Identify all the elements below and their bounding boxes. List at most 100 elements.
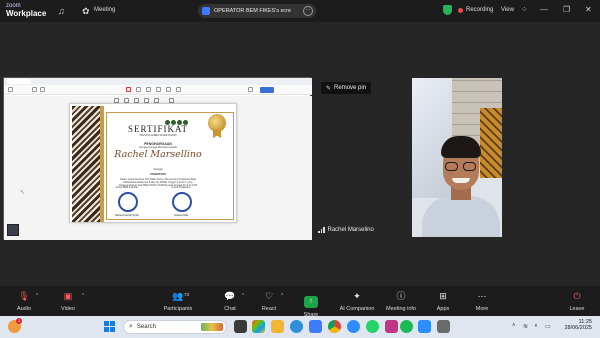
- zoom-app-icon[interactable]: [347, 320, 360, 333]
- person-glasses: [445, 162, 477, 171]
- video-button[interactable]: ▣ Video ^: [46, 290, 90, 312]
- person-smile: [452, 178, 470, 183]
- battery-icon[interactable]: ▭: [545, 323, 551, 330]
- shared-thumbnail[interactable]: [7, 224, 19, 236]
- clock-date: 28/06/2025: [564, 325, 592, 331]
- chevron-up-icon[interactable]: ^: [36, 293, 38, 299]
- weather-icon[interactable]: 1: [8, 318, 22, 333]
- certificate-as-label: Sebagai: [153, 168, 163, 171]
- brand-line2: Workplace: [6, 9, 47, 18]
- search-highlight-art: [201, 323, 223, 331]
- copilot-icon[interactable]: [252, 320, 265, 333]
- windows-start-icon[interactable]: [104, 321, 115, 332]
- whatsapp-icon[interactable]: [366, 320, 379, 333]
- leave-icon: ⏻: [573, 291, 581, 301]
- close-icon[interactable]: ✕: [585, 5, 592, 14]
- file-explorer-icon[interactable]: [271, 320, 284, 333]
- taskbar-search[interactable]: ⌕ Search: [123, 320, 227, 334]
- menu-icon[interactable]: [8, 87, 13, 92]
- share-title-pill[interactable]: OPERATOR BEM FIKES's scre ···: [198, 4, 316, 18]
- zoom-icon[interactable]: [40, 87, 45, 92]
- audio-button[interactable]: 🎙 Audio ^: [2, 290, 46, 312]
- pdf-tab[interactable]: [7, 79, 31, 84]
- speaker-icon[interactable]: ◖: [534, 323, 538, 329]
- draw-icon[interactable]: [136, 87, 141, 92]
- spotify-icon[interactable]: [400, 320, 413, 333]
- undo-icon[interactable]: [166, 87, 171, 92]
- more-button[interactable]: ⋯ More: [460, 290, 504, 312]
- chat-icon: 💬: [224, 291, 236, 301]
- pin-icon: ✎: [326, 85, 332, 92]
- leave-label: Leave: [569, 306, 585, 312]
- text-icon[interactable]: [146, 87, 151, 92]
- minimize-icon[interactable]: —: [540, 5, 548, 14]
- recording-label[interactable]: Recording: [466, 7, 493, 13]
- pdf-tab-bar: [4, 78, 312, 85]
- taskbar: 1 ⌕ Search ˄ ≋ ◖ ▭ 11:25 28/06/2025: [0, 316, 600, 338]
- edge-icon[interactable]: [290, 320, 303, 333]
- ai-companion-button[interactable]: ✦ AI Companion: [334, 290, 380, 312]
- chevron-up-icon[interactable]: ^: [281, 293, 283, 299]
- task-view-icon[interactable]: [234, 320, 247, 333]
- share-screen-icon: [202, 7, 210, 15]
- sparkle-icon: ✦: [353, 291, 361, 301]
- apps-button[interactable]: ⊞ Apps: [421, 290, 465, 312]
- zoom-window: zoom Workplace ♫ ✿ Meeting OPERATOR BEM …: [0, 0, 600, 338]
- participants-label: Participants: [163, 306, 193, 312]
- chevron-up-icon[interactable]: ^: [82, 293, 84, 299]
- remove-pin-button[interactable]: ✎ Remove pin: [321, 82, 372, 94]
- certificate-title: SERTIFIKAT: [128, 124, 188, 134]
- certificate-recipient: Rachel Marsellino: [114, 149, 202, 160]
- recording-icon: [458, 8, 463, 13]
- erase-icon[interactable]: [156, 87, 161, 92]
- chevron-up-icon[interactable]: ˄: [512, 323, 516, 329]
- wifi-icon[interactable]: ≋: [523, 323, 528, 330]
- react-button[interactable]: ♡ React ^: [247, 290, 291, 312]
- ask-ai-icon[interactable]: [248, 87, 253, 92]
- meeting-info-button[interactable]: ⓘ Meeting info: [379, 290, 423, 312]
- chrome-icon[interactable]: [328, 320, 341, 333]
- signature-stamp-left: [118, 192, 138, 212]
- share-title: OPERATOR BEM FIKES's scre: [214, 8, 291, 14]
- participant-name: Rachel Marselino: [327, 227, 374, 233]
- chat-button[interactable]: 💬 Chat ^: [208, 290, 252, 312]
- store-icon[interactable]: [309, 320, 322, 333]
- medal-icon: [208, 114, 226, 132]
- leave-button[interactable]: ⏻ Leave: [555, 290, 599, 312]
- react-label: React: [261, 306, 277, 312]
- page-icon[interactable]: [32, 87, 37, 92]
- chevron-up-icon[interactable]: ^: [242, 293, 244, 299]
- chat-label: Chat: [224, 306, 236, 312]
- participants-button[interactable]: 👥 73 Participants: [156, 290, 200, 312]
- app-icon[interactable]: [437, 320, 450, 333]
- share-button[interactable]: ↑ Share: [289, 290, 333, 318]
- certificate-gold-strip: [100, 106, 104, 222]
- remove-pin-label: Remove pin: [334, 85, 367, 91]
- security-shield-icon[interactable]: [443, 5, 452, 15]
- view-grid-icon[interactable]: ⁘: [521, 5, 528, 14]
- instagram-icon[interactable]: [385, 320, 398, 333]
- more-dots-icon: ⋯: [477, 291, 487, 301]
- certificate-role: PEMATERI: [150, 172, 166, 176]
- share-pdf-button[interactable]: [260, 87, 274, 93]
- taskbar-clock[interactable]: 11:25 28/06/2025: [556, 319, 592, 331]
- ai-companion-label: AI Companion: [339, 306, 375, 312]
- bell-icon[interactable]: ♫: [58, 6, 65, 16]
- meeting-label[interactable]: Meeting: [94, 7, 115, 13]
- redo-icon[interactable]: [176, 87, 181, 92]
- zoom-workplace-icon[interactable]: [418, 320, 431, 333]
- participants-count: 73: [184, 292, 190, 297]
- highlight-icon[interactable]: [126, 87, 131, 92]
- signer-right-title: Ketua Pelaksana: [171, 186, 191, 189]
- search-placeholder: Search: [136, 324, 156, 330]
- search-icon: ⌕: [129, 323, 133, 330]
- meeting-info-label: Meeting info: [386, 306, 416, 312]
- meeting-icon: ✿: [82, 6, 90, 16]
- view-button[interactable]: View: [501, 7, 514, 13]
- heart-icon: ♡: [264, 291, 274, 301]
- restore-icon[interactable]: ❐: [563, 5, 570, 14]
- certificate-logos: [165, 112, 205, 125]
- participant-video[interactable]: [412, 78, 502, 237]
- apps-label: Apps: [436, 306, 450, 312]
- share-options-icon[interactable]: ···: [303, 6, 313, 16]
